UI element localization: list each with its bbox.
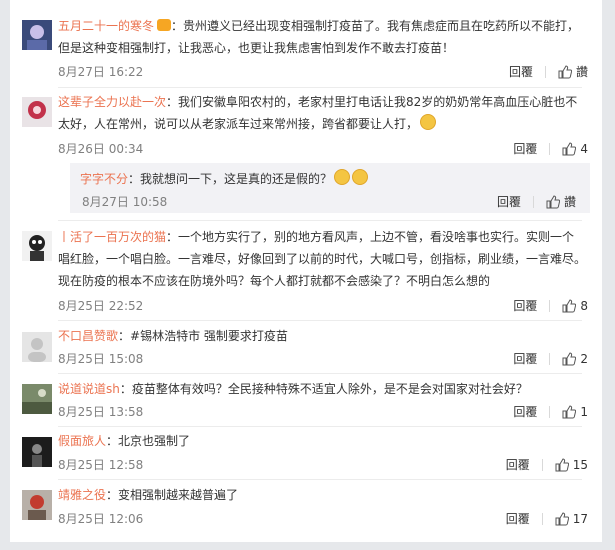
comment-text: ：#锡林浩特市 强制要求打疫苗 [118,329,288,343]
thumbs-up-icon [562,141,577,155]
comment-text: ：我就想问一下，这是真的还是假的？ [128,172,333,186]
comment-text: ：北京也强制了 [106,434,191,448]
reply-button[interactable]: 回覆 [497,193,521,210]
comment-actions: 回覆 8 [513,297,588,314]
divider [541,512,543,525]
comment-date: 8月25日 15:08 [58,352,144,366]
like-count: 2 [580,351,588,366]
like-count: 讚 [575,65,588,79]
comment-actions: 回覆 4 [513,140,588,157]
comment-body: 丨活了一百万次的猫：一个地方实行了，别的地方看风声，上边不管，看没啥事也实行。实… [58,226,586,292]
commenter-name[interactable]: 说道说道sh [58,382,120,396]
divider [549,405,551,418]
commenter-name[interactable]: 五月二十一的寒冬 [58,19,154,33]
commenter-name[interactable]: 不口昌赞歌 [58,329,118,343]
commenter-name[interactable]: 假面旅人 [58,434,106,448]
thumbs-up-icon [562,351,577,365]
commenter-name[interactable]: 字字不分 [80,172,128,186]
avatar[interactable] [22,97,52,127]
comment-actions: 回覆 1 [513,403,588,420]
comment-body: 这辈子全力以赴一次：我们安徽阜阳农村的，老家村里打电话让我82岁的奶奶常年高血压… [58,91,586,135]
like-button[interactable]: 4 [562,142,588,156]
like-count: 17 [572,511,588,526]
divider [544,65,546,78]
comment-date: 8月27日 10:58 [82,195,168,209]
emoji-icon [334,169,351,185]
comment-panel: 五月二十一的寒冬 ：贵州遵义已经出现变相强制打疫苗了。我有焦虑症而且在吃药所以不能… [10,0,602,542]
reply-button[interactable]: 回覆 [513,140,537,157]
commenter-name[interactable]: 靖雅之役 [58,488,106,502]
divider [58,220,582,221]
divider [532,195,534,208]
like-button[interactable]: 17 [555,512,588,526]
like-button[interactable]: 讚 [558,63,588,80]
thumbs-up-icon [562,404,577,418]
like-button[interactable]: 15 [555,458,588,472]
avatar[interactable] [22,490,52,520]
comment-body: 说道说道sh：疫苗整体有效吗？全民接种特殊不适宜人除外，是不是会对国家对社会好？ [58,378,586,400]
avatar[interactable] [22,384,52,414]
avatar[interactable] [22,231,52,261]
divider [541,458,543,471]
reply-button[interactable]: 回覆 [513,350,537,367]
emoji-icon [420,114,437,130]
comment-actions: 回覆 讚 [497,193,576,210]
reply-button[interactable]: 回覆 [506,456,530,473]
comment-actions: 回覆 2 [513,350,588,367]
like-count: 15 [572,457,588,472]
comment-actions: 回覆 15 [506,456,588,473]
sub-reply-body: 字字不分：我就想问一下，这是真的还是假的？ [80,168,369,190]
commenter-name[interactable]: 这辈子全力以赴一次 [58,95,166,109]
thumbs-up-icon [558,64,572,78]
comment-actions: 回覆 讚 [509,63,588,80]
like-button[interactable]: 1 [562,405,588,419]
like-button[interactable]: 8 [562,299,588,313]
like-button[interactable]: 讚 [546,193,576,210]
sub-reply: 字字不分：我就想问一下，这是真的还是假的？ 8月27日 10:58 回覆 讚 [70,163,590,213]
divider [58,426,582,427]
comment-date: 8月25日 13:58 [58,405,144,419]
avatar[interactable] [22,20,52,50]
like-button[interactable]: 2 [562,352,588,366]
avatar[interactable] [22,332,52,362]
divider [58,373,582,374]
comment-date: 8月25日 22:52 [58,299,144,313]
comment-date: 8月27日 16:22 [58,65,144,79]
avatar[interactable] [22,437,52,467]
thumbs-up-icon [546,194,560,208]
comment-date: 8月25日 12:58 [58,458,144,472]
comment-body: 靖雅之役：变相强制越来越普遍了 [58,484,586,506]
reply-button[interactable]: 回覆 [509,63,533,80]
divider [58,479,582,480]
comment-date: 8月25日 12:06 [58,512,144,526]
comment-date: 8月26日 00:34 [58,142,144,156]
commenter-name[interactable]: 丨活了一百万次的猫 [58,230,166,244]
like-count: 1 [580,404,588,419]
comment-text: ：变相强制越来越普遍了 [106,488,239,502]
vip-badge-icon [157,19,172,31]
comment-body: 五月二十一的寒冬 ：贵州遵义已经出现变相强制打疫苗了。我有焦虑症而且在吃药所以不能… [58,15,586,59]
comment-text: ：疫苗整体有效吗？全民接种特殊不适宜人除外，是不是会对国家对社会好？ [119,382,528,396]
reply-button[interactable]: 回覆 [513,297,537,314]
thumbs-up-icon [555,457,569,471]
divider [58,320,582,321]
like-count: 8 [580,298,588,313]
divider [549,299,551,312]
comment-body: 假面旅人：北京也强制了 [58,430,586,452]
divider [58,87,582,88]
divider [549,352,551,365]
thumbs-up-icon [555,511,569,525]
thumbs-up-icon [562,298,577,312]
reply-button[interactable]: 回覆 [513,403,537,420]
reply-button[interactable]: 回覆 [506,510,530,527]
divider [549,142,551,155]
like-count: 4 [580,141,588,156]
comment-actions: 回覆 17 [506,510,588,527]
like-count: 讚 [563,195,576,209]
comment-body: 不口昌赞歌：#锡林浩特市 强制要求打疫苗 [58,325,586,347]
emoji-icon [352,169,369,185]
